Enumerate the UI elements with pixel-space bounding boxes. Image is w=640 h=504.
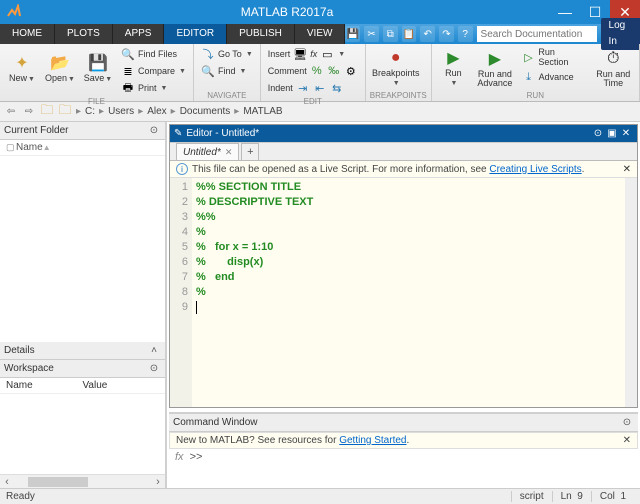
- quick-access-undo-icon[interactable]: ↶: [420, 26, 435, 42]
- status-line: Ln 9: [552, 491, 591, 502]
- tab-publish[interactable]: PUBLISH: [227, 24, 295, 44]
- close-info-icon[interactable]: ✕: [623, 164, 631, 175]
- close-info-icon[interactable]: ✕: [623, 435, 631, 446]
- maximize-icon[interactable]: ▣: [605, 127, 619, 141]
- advance-button[interactable]: ⤓Advance: [519, 69, 590, 85]
- status-col: Col 1: [591, 491, 634, 502]
- quick-access-save-icon[interactable]: 💾: [345, 26, 360, 42]
- ribbon-tabstrip: HOME PLOTS APPS EDITOR PUBLISH VIEW 💾 ✂ …: [0, 24, 640, 44]
- panel-menu-icon[interactable]: ⊙: [147, 362, 161, 376]
- insert-button[interactable]: Insert 🖥 fx ▭▼: [265, 46, 361, 62]
- new-button[interactable]: ✦New▼: [4, 46, 40, 90]
- workspace-title: Workspace: [4, 363, 54, 374]
- code-editor[interactable]: 123456789 %% SECTION TITLE% DESCRIPTIVE …: [170, 178, 637, 407]
- new-tab-button[interactable]: +: [241, 143, 259, 160]
- details-title: Details: [4, 345, 35, 356]
- line-gutter: 123456789: [170, 178, 192, 407]
- workspace-header: Workspace ⊙: [0, 360, 165, 378]
- ribbon: ✦New▼ 📂Open▼ 💾Save▼ 🔍Find Files ≣Compare…: [0, 44, 640, 102]
- code-text[interactable]: %% SECTION TITLE% DESCRIPTIVE TEXT%%%% f…: [192, 178, 625, 407]
- print-button[interactable]: 🖶Print▼: [118, 80, 189, 96]
- status-type: script: [511, 491, 552, 502]
- comment-button[interactable]: Comment % ‰ ⚙: [265, 63, 361, 79]
- run-time-button[interactable]: ⏱Run and Time: [592, 46, 635, 90]
- status-bar: Ready script Ln 9 Col 1: [0, 488, 640, 504]
- command-prompt[interactable]: fx>>: [169, 449, 638, 486]
- close-tab-icon[interactable]: ✕: [225, 147, 233, 158]
- goto-button[interactable]: ⤵Go To▼: [198, 46, 256, 62]
- help-icon[interactable]: ?: [458, 26, 473, 42]
- file-tab-untitled[interactable]: Untitled*✕: [176, 143, 239, 160]
- group-label-run: RUN: [436, 90, 635, 101]
- nav-back-icon[interactable]: ⇦: [4, 105, 18, 119]
- open-button[interactable]: 📂Open▼: [42, 46, 78, 90]
- tab-apps[interactable]: APPS: [113, 24, 165, 44]
- window-titlebar: MATLAB R2017a — ☐ ✕: [0, 0, 640, 24]
- folder-icon[interactable]: 🗀: [40, 105, 54, 119]
- current-folder-title: Current Folder: [4, 125, 68, 136]
- folder-up-icon[interactable]: 🗀: [58, 105, 72, 119]
- ws-col-value[interactable]: Value: [83, 380, 160, 391]
- crumb-matlab[interactable]: MATLAB: [243, 106, 282, 117]
- col-name[interactable]: Name: [16, 142, 43, 153]
- tab-home[interactable]: HOME: [0, 24, 55, 44]
- tab-view[interactable]: VIEW: [295, 24, 346, 44]
- cmd-info-bar: New to MATLAB? See resources for Getting…: [169, 432, 638, 449]
- tab-plots[interactable]: PLOTS: [55, 24, 113, 44]
- quick-access-paste-icon[interactable]: 📋: [402, 26, 417, 42]
- crumb-users[interactable]: Users: [108, 106, 134, 117]
- quick-access-redo-icon[interactable]: ↷: [439, 26, 454, 42]
- crumb-documents[interactable]: Documents: [180, 106, 231, 117]
- live-scripts-link[interactable]: Creating Live Scripts: [489, 164, 581, 175]
- run-button[interactable]: ▶Run▼: [436, 46, 472, 90]
- info-text: This file can be opened as a Live Script…: [192, 164, 489, 175]
- run-section-button[interactable]: ▷Run Section: [519, 46, 590, 68]
- command-window-header: Command Window ⊙: [169, 414, 638, 432]
- quick-access-copy-icon[interactable]: ⧉: [383, 26, 398, 42]
- save-button[interactable]: 💾Save▼: [80, 46, 116, 90]
- breakpoints-button[interactable]: ●Breakpoints▼: [370, 46, 422, 90]
- cmd-info-text: New to MATLAB? See resources for: [176, 435, 339, 446]
- workspace-body: ‹›: [0, 394, 165, 488]
- run-advance-button[interactable]: ▶Run and Advance: [473, 46, 516, 90]
- hscrollbar[interactable]: ‹›: [0, 474, 165, 488]
- details-header[interactable]: Details ˄: [0, 342, 165, 360]
- editor-title: Editor - Untitled*: [186, 128, 259, 139]
- ws-col-name[interactable]: Name: [6, 380, 83, 391]
- group-label-navigate: NAVIGATE: [198, 90, 256, 101]
- panel-menu-icon[interactable]: ⊙: [591, 127, 605, 141]
- panel-menu-icon[interactable]: ⊙: [147, 124, 161, 138]
- expand-icon[interactable]: ˄: [147, 344, 161, 358]
- info-icon: i: [176, 163, 188, 175]
- crumb-c[interactable]: C:: [85, 106, 95, 117]
- editor-info-bar: i This file can be opened as a Live Scri…: [170, 161, 637, 178]
- fx-icon[interactable]: fx: [175, 451, 184, 463]
- current-folder-panel: ▢Name ▲: [0, 140, 165, 342]
- search-input[interactable]: [477, 26, 597, 42]
- disclosure-icon[interactable]: ▢: [6, 142, 16, 153]
- command-window-title: Command Window: [173, 417, 257, 428]
- quick-access-cut-icon[interactable]: ✂: [364, 26, 379, 42]
- code-overview-ruler: [625, 178, 637, 407]
- editor-tabs: Untitled*✕ +: [170, 143, 637, 161]
- group-label-breakpoints: BREAKPOINTS: [370, 90, 427, 101]
- status-ready: Ready: [6, 491, 35, 502]
- find-button[interactable]: 🔍Find▼: [198, 63, 256, 79]
- minimize-button[interactable]: —: [550, 0, 580, 24]
- close-panel-icon[interactable]: ✕: [619, 127, 633, 141]
- nav-fwd-icon[interactable]: ⇨: [22, 105, 36, 119]
- crumb-alex[interactable]: Alex: [147, 106, 166, 117]
- editor-icon: ✎: [174, 128, 182, 139]
- current-folder-header: Current Folder ⊙: [0, 122, 165, 140]
- matlab-logo-icon: [4, 2, 24, 22]
- window-title: MATLAB R2017a: [24, 5, 550, 19]
- find-files-button[interactable]: 🔍Find Files: [118, 46, 189, 62]
- editor-header: ✎ Editor - Untitled* ⊙ ▣ ✕: [170, 125, 637, 143]
- compare-button[interactable]: ≣Compare▼: [118, 63, 189, 79]
- getting-started-link[interactable]: Getting Started: [339, 435, 406, 446]
- panel-menu-icon[interactable]: ⊙: [620, 416, 634, 430]
- indent-button[interactable]: Indent ⇥ ⇤ ⇆: [265, 80, 361, 96]
- tab-editor[interactable]: EDITOR: [164, 24, 227, 44]
